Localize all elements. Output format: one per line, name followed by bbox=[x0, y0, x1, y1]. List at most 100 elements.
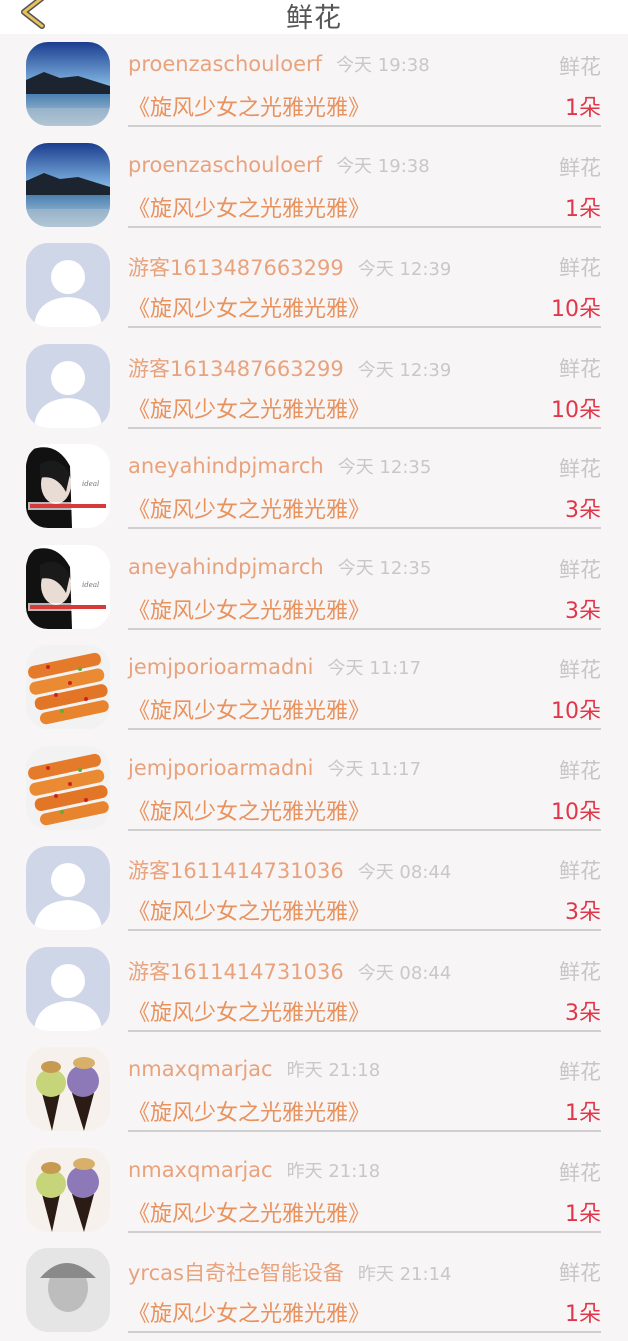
sender-name-text: 游客1611414731036 bbox=[128, 859, 344, 883]
gift-type-label: 鲜花 bbox=[559, 1160, 601, 1185]
sender-name: aneyahindpjmarch 今天 12:35 bbox=[128, 453, 431, 479]
flower-gift-list: proenzaschouloerf 今天 19:38 鲜花 《旋风少女之光雅光雅》 1朵… bbox=[0, 34, 628, 1341]
book-title: 《旋风少女之光雅光雅》 bbox=[128, 96, 371, 121]
divider bbox=[128, 225, 601, 228]
send-time: 今天 08:44 bbox=[357, 962, 452, 984]
divider bbox=[128, 929, 601, 931]
divider bbox=[128, 627, 601, 630]
sender-name: nmaxqmarjac 昨天 21:18 bbox=[128, 1056, 380, 1082]
flower-count: 10朵 bbox=[551, 397, 601, 423]
sender-name: 游客1613487663299 今天 12:39 bbox=[128, 252, 451, 282]
gift-type-label: 鲜花 bbox=[559, 1060, 601, 1084]
avatar[interactable]: ideal bbox=[26, 544, 110, 629]
gift-type-label: 鲜花 bbox=[559, 758, 601, 783]
sender-name: 游客1613487663299 今天 12:39 bbox=[128, 353, 451, 383]
sender-name-text: proenzaschouloerf bbox=[128, 52, 323, 76]
sender-name-text: proenzaschouloerf bbox=[128, 152, 323, 177]
sender-name-text: jemjporioarmadni bbox=[128, 655, 314, 679]
avatar[interactable] bbox=[26, 846, 110, 930]
sender-name: yrcas自奇社e智能设备 昨天 21:14 bbox=[128, 1257, 451, 1287]
sender-name: jemjporioarmadni 今天 11:17 bbox=[128, 755, 421, 781]
flower-count: 1朵 bbox=[565, 196, 601, 222]
book-title: 《旋风少女之光雅光雅》 bbox=[128, 1302, 371, 1327]
sender-name: proenzaschouloerf 今天 19:38 bbox=[128, 152, 430, 178]
list-item[interactable]: proenzaschouloerf 今天 19:38 鲜花《旋风少女之光雅光雅》 1朵 bbox=[0, 135, 628, 236]
sender-name: nmaxqmarjac 昨天 21:18 bbox=[128, 1157, 380, 1183]
svg-text:ideal: ideal bbox=[82, 581, 99, 589]
gift-type-label: 鲜花 bbox=[559, 356, 601, 381]
book-title: 《旋风少女之光雅光雅》 bbox=[128, 699, 371, 724]
list-item[interactable]: 游客1611414731036 今天 08:44 鲜花 《旋风少女之光雅光雅》 3朵 bbox=[0, 939, 628, 1040]
book-title: 《旋风少女之光雅光雅》 bbox=[128, 900, 371, 925]
send-time: 昨天 21:14 bbox=[357, 1264, 452, 1285]
sender-name: aneyahindpjmarch 今天 12:35 bbox=[128, 554, 431, 580]
avatar[interactable] bbox=[26, 645, 110, 729]
gift-type-label: 鲜花 bbox=[559, 557, 601, 582]
gift-type-label: 鲜花 bbox=[559, 1261, 601, 1285]
avatar[interactable]: ideal bbox=[26, 444, 110, 528]
sender-name-text: nmaxqmarjac bbox=[128, 1057, 273, 1081]
divider bbox=[128, 828, 601, 831]
sender-name-text: aneyahindpjmarch bbox=[128, 454, 324, 478]
flower-count: 10朵 bbox=[551, 699, 601, 724]
send-time: 今天 19:38 bbox=[336, 55, 430, 76]
list-item[interactable]: jemjporioarmadni 今天 11:17 鲜花 《旋风少女之光雅光雅》 10朵 bbox=[0, 637, 628, 738]
divider bbox=[128, 326, 601, 328]
avatar[interactable] bbox=[26, 243, 110, 327]
sender-name-text: 游客1613487663299 bbox=[128, 256, 344, 280]
send-time: 昨天 21:18 bbox=[286, 1060, 381, 1081]
book-title: 《旋风少女之光雅光雅》 bbox=[128, 297, 371, 322]
book-title: 《旋风少女之光雅光雅》 bbox=[128, 1000, 371, 1026]
avatar[interactable] bbox=[26, 1248, 110, 1332]
sender-name-text: 游客1613487663299 bbox=[128, 356, 344, 381]
flower-count: 3朵 bbox=[565, 598, 601, 624]
list-item[interactable]: 游客1613487663299 今天 12:39 鲜花 《旋风少女之光雅光雅》 10朵 bbox=[0, 235, 628, 336]
book-title: 《旋风少女之光雅光雅》 bbox=[128, 498, 371, 523]
list-item[interactable]: nmaxqmarjac 昨天 21:18 鲜花《旋风少女之光雅光雅》 1朵 bbox=[0, 1140, 628, 1241]
divider bbox=[128, 1331, 601, 1333]
avatar[interactable] bbox=[26, 142, 110, 227]
book-title: 《旋风少女之光雅光雅》 bbox=[128, 196, 371, 222]
sender-name-text: 游客1611414731036 bbox=[128, 959, 344, 984]
send-time: 今天 12:39 bbox=[357, 359, 452, 381]
sender-name: 游客1611414731036 今天 08:44 bbox=[128, 956, 451, 986]
send-time: 今天 11:17 bbox=[327, 658, 422, 679]
send-time: 今天 11:17 bbox=[327, 758, 422, 780]
gift-type-label: 鲜花 bbox=[559, 155, 601, 180]
divider bbox=[128, 1230, 601, 1233]
avatar[interactable] bbox=[26, 42, 110, 126]
sender-name-text: nmaxqmarjac bbox=[128, 1157, 273, 1182]
book-title: 《旋风少女之光雅光雅》 bbox=[128, 1201, 371, 1227]
gift-type-label: 鲜花 bbox=[559, 859, 601, 883]
list-item[interactable]: 游客1613487663299 今天 12:39 鲜花 《旋风少女之光雅光雅》 10朵 bbox=[0, 336, 628, 437]
divider bbox=[128, 1130, 601, 1132]
avatar[interactable] bbox=[26, 1147, 110, 1232]
sender-name-text: yrcas自奇社e智能设备 bbox=[128, 1261, 344, 1285]
avatar[interactable] bbox=[26, 343, 110, 428]
divider bbox=[128, 1029, 601, 1032]
avatar[interactable] bbox=[26, 946, 110, 1031]
list-item[interactable]: ideal aneyahindpjmarch 今天 12:35 鲜花 《旋风少女之光雅光… bbox=[0, 537, 628, 638]
list-item[interactable]: 游客1611414731036 今天 08:44 鲜花《旋风少女之光雅光雅》 3朵 bbox=[0, 838, 628, 939]
sender-name: 游客1611414731036 今天 08:44 bbox=[128, 855, 451, 885]
list-item[interactable]: yrcas自奇社e智能设备 昨天 21:14 鲜花 《旋风少女之光雅光雅》 1朵 bbox=[0, 1240, 628, 1341]
sender-name-text: aneyahindpjmarch bbox=[128, 554, 324, 579]
avatar[interactable] bbox=[26, 1047, 110, 1131]
list-item[interactable]: ideal aneyahindpjmarch 今天 12:35 鲜花 《旋风少女之光雅光… bbox=[0, 436, 628, 537]
flower-count: 1朵 bbox=[565, 1201, 601, 1227]
list-item[interactable]: jemjporioarmadni 今天 11:17 鲜花 《旋风少女之光雅光雅》 10朵 bbox=[0, 738, 628, 839]
flower-count: 3朵 bbox=[565, 900, 601, 925]
send-time: 今天 12:35 bbox=[337, 457, 432, 478]
flower-count: 1朵 bbox=[565, 1101, 601, 1126]
divider bbox=[128, 125, 601, 127]
gift-type-label: 鲜花 bbox=[559, 256, 601, 280]
send-time: 今天 08:44 bbox=[357, 862, 452, 883]
header-bar: 鲜花 bbox=[0, 0, 628, 34]
divider bbox=[128, 426, 601, 429]
gift-type-label: 鲜花 bbox=[559, 55, 601, 79]
divider bbox=[128, 728, 601, 730]
list-item[interactable]: proenzaschouloerf 今天 19:38 鲜花 《旋风少女之光雅光雅》 1朵 bbox=[0, 34, 628, 135]
avatar[interactable] bbox=[26, 745, 110, 830]
list-item[interactable]: nmaxqmarjac 昨天 21:18 鲜花 《旋风少女之光雅光雅》 1朵 bbox=[0, 1039, 628, 1140]
send-time: 今天 19:38 bbox=[336, 155, 430, 177]
